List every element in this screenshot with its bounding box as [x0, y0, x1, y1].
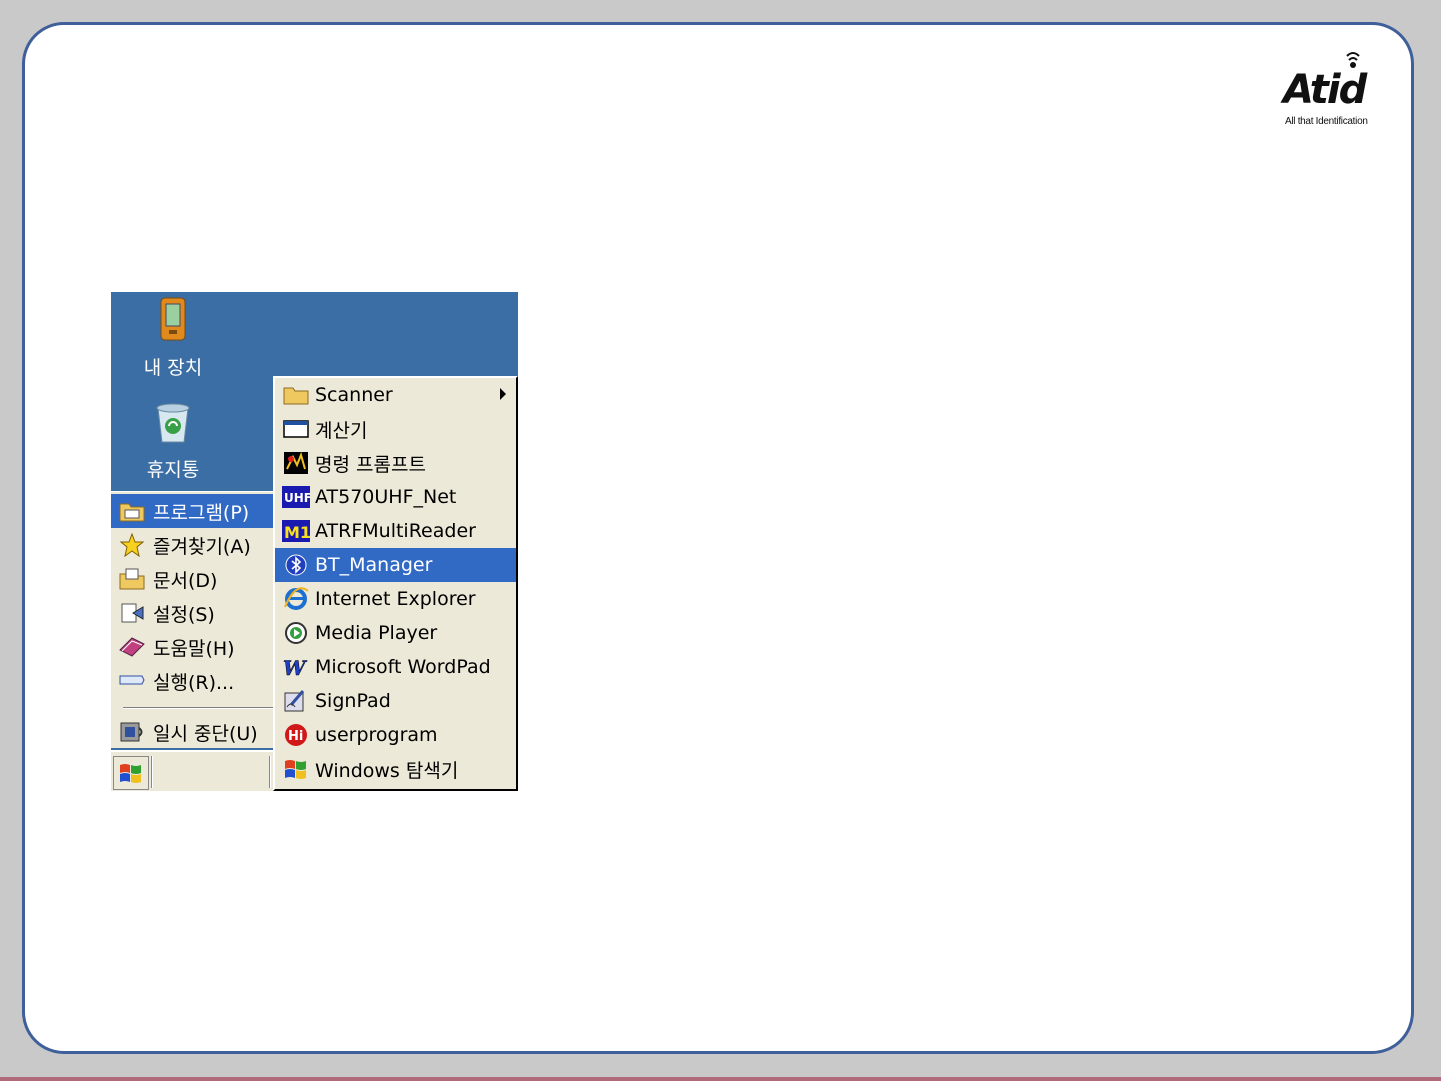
program-label: 명령 프롬프트	[315, 453, 426, 476]
start-menu: 프로그램(P) 즐겨찾기(A) 문서(D) 설정(S) 도움말(H) 실행(R)…	[111, 491, 274, 748]
desktop-icon-my-device[interactable]: 내 장치	[113, 296, 233, 380]
logo-tagline: All that Identification	[1285, 116, 1368, 127]
program-label: Scanner	[315, 384, 393, 406]
desktop-icon-label: 휴지통	[146, 459, 200, 481]
folder-programs-icon	[117, 498, 147, 524]
internet-explorer-icon	[281, 586, 311, 612]
program-at570uhf[interactable]: UHF AT570UHF_Net	[275, 480, 516, 514]
atid-logo: Atid All that Identification	[1283, 50, 1393, 130]
program-calculator[interactable]: 계산기	[275, 412, 516, 446]
program-label: SignPad	[315, 690, 391, 712]
svg-text:Hi: Hi	[288, 729, 303, 744]
start-menu-label: 일시 중단(U)	[153, 722, 258, 745]
svg-text:W: W	[283, 656, 308, 678]
wordpad-icon: W	[281, 654, 311, 680]
start-menu-settings[interactable]: 설정(S)	[111, 596, 274, 630]
folder-icon	[281, 382, 311, 408]
start-menu-help[interactable]: 도움말(H)	[111, 630, 274, 664]
settings-icon	[117, 600, 147, 626]
media-player-icon	[281, 620, 311, 646]
program-label: Windows 탐색기	[315, 759, 459, 782]
menu-separator	[123, 707, 273, 709]
start-menu-label: 프로그램(P)	[153, 501, 250, 524]
calculator-window-icon	[281, 416, 311, 442]
desktop-icon-label: 내 장치	[143, 357, 203, 379]
taskbar-separator	[269, 756, 271, 788]
bottom-accent-line	[0, 1077, 1441, 1081]
m1-icon: M1	[281, 518, 311, 544]
start-menu-favorites[interactable]: 즐겨찾기(A)	[111, 528, 274, 562]
recycle-bin-icon	[156, 403, 190, 443]
start-menu-label: 문서(D)	[153, 569, 218, 592]
program-atrfmultireader[interactable]: M1 ATRFMultiReader	[275, 514, 516, 548]
start-button[interactable]	[113, 756, 149, 790]
device-icon	[160, 297, 186, 341]
windows-flag-icon	[120, 764, 141, 783]
program-label: Internet Explorer	[315, 588, 476, 610]
program-windows-explorer[interactable]: Windows 탐색기	[275, 752, 516, 786]
start-menu-run[interactable]: 실행(R)...	[111, 664, 274, 698]
logo-wordmark: Atid	[1283, 67, 1367, 113]
program-command-prompt[interactable]: 명령 프롬프트	[275, 446, 516, 480]
bluetooth-icon	[281, 552, 311, 578]
taskbar-separator	[151, 756, 153, 788]
program-label: Microsoft WordPad	[315, 656, 491, 678]
signpad-icon	[281, 688, 311, 714]
start-menu-label: 실행(R)...	[153, 671, 235, 694]
program-bt-manager[interactable]: BT_Manager	[275, 548, 516, 582]
star-icon	[117, 532, 147, 558]
command-prompt-icon	[281, 450, 311, 476]
start-menu-documents[interactable]: 문서(D)	[111, 562, 274, 596]
program-label: AT570UHF_Net	[315, 486, 457, 508]
documents-icon	[117, 566, 147, 592]
program-media-player[interactable]: Media Player	[275, 616, 516, 650]
program-label: Media Player	[315, 622, 438, 644]
svg-text:UHF: UHF	[284, 491, 310, 505]
submenu-arrow-icon	[500, 388, 506, 400]
start-menu-suspend[interactable]: 일시 중단(U)	[111, 715, 274, 749]
svg-text:M1: M1	[284, 523, 310, 542]
help-book-icon	[117, 634, 147, 660]
programs-submenu: Scanner 계산기 명령 프롬프트 UHF AT570UHF_Net M1	[273, 376, 518, 791]
start-menu-programs[interactable]: 프로그램(P)	[111, 494, 274, 528]
program-userprogram[interactable]: Hi userprogram	[275, 718, 516, 752]
program-label: 계산기	[315, 419, 368, 442]
program-label: ATRFMultiReader	[315, 520, 476, 542]
start-menu-label: 즐겨찾기(A)	[153, 535, 251, 558]
windows-explorer-icon	[281, 756, 311, 782]
start-menu-label: 도움말(H)	[153, 637, 235, 660]
desktop-icon-recycle-bin[interactable]: 휴지통	[113, 400, 233, 482]
run-icon	[117, 668, 147, 694]
program-internet-explorer[interactable]: Internet Explorer	[275, 582, 516, 616]
device-screenshot: 내 장치 휴지통 프로그램(P) 즐겨찾기(A) 문서(D) 설정(S) 도움말…	[111, 292, 518, 791]
program-label: BT_Manager	[315, 554, 433, 576]
suspend-icon	[117, 719, 147, 745]
program-scanner[interactable]: Scanner	[275, 378, 516, 412]
program-wordpad[interactable]: W Microsoft WordPad	[275, 650, 516, 684]
start-menu-label: 설정(S)	[153, 603, 215, 626]
program-signpad[interactable]: SignPad	[275, 684, 516, 718]
program-label: userprogram	[315, 724, 438, 746]
uhf-icon: UHF	[281, 484, 311, 510]
hi-icon: Hi	[281, 722, 311, 748]
